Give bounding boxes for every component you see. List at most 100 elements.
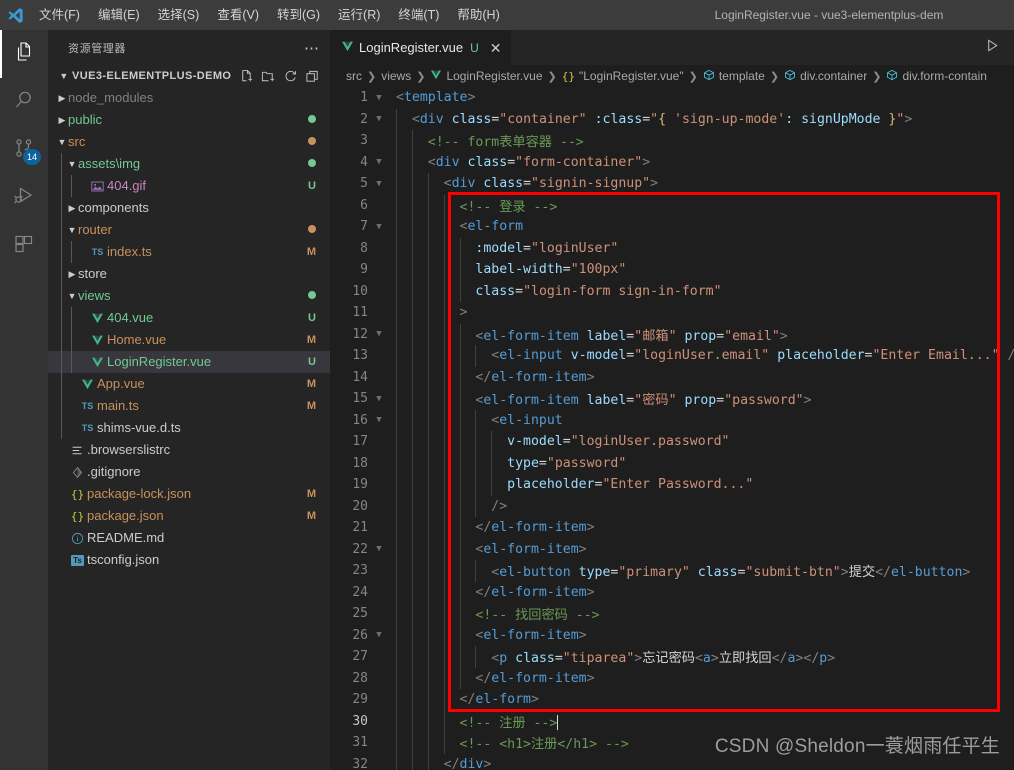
- menu-terminal[interactable]: 终端(T): [389, 3, 448, 27]
- chevron-down-icon[interactable]: ▼: [370, 415, 388, 425]
- code-line[interactable]: 12 ▼ <el-form-item label="邮箱" prop="email…: [330, 324, 1014, 346]
- new-folder-icon[interactable]: [261, 69, 276, 84]
- chevron-right-icon[interactable]: ▶: [56, 93, 68, 104]
- tree-item-app-vue[interactable]: App.vue M: [48, 373, 330, 395]
- tree-item-src[interactable]: ▼ src: [48, 131, 330, 153]
- code-line[interactable]: 23 <el-button type="primary" class="subm…: [330, 560, 1014, 582]
- menu-bar[interactable]: 文件(F) 编辑(E) 选择(S) 查看(V) 转到(G) 运行(R) 终端(T…: [30, 3, 509, 27]
- code-line[interactable]: 29 </el-form>: [330, 689, 1014, 711]
- chevron-down-icon[interactable]: ▼: [370, 222, 388, 232]
- chevron-right-icon[interactable]: ▶: [56, 115, 68, 126]
- ellipsis-icon[interactable]: ⋯: [304, 39, 320, 57]
- menu-run[interactable]: 运行(R): [329, 3, 389, 27]
- tree-item-package-json[interactable]: {} package.json M: [48, 505, 330, 527]
- menu-file[interactable]: 文件(F): [30, 3, 89, 27]
- breadcrumb-item[interactable]: div.form-contain: [886, 69, 987, 84]
- menu-view[interactable]: 查看(V): [208, 3, 268, 27]
- activity-run-debug[interactable]: [0, 174, 48, 222]
- code-line[interactable]: 11 >: [330, 302, 1014, 324]
- code-line[interactable]: 25 <!-- 找回密码 -->: [330, 603, 1014, 625]
- chevron-right-icon[interactable]: ▶: [66, 203, 78, 214]
- breadcrumb-item[interactable]: src: [346, 69, 362, 83]
- code-editor[interactable]: 1 ▼ <template> 2 ▼ <div class="container" :c…: [330, 87, 1014, 770]
- tree-item-store[interactable]: ▶ store: [48, 263, 330, 285]
- code-line[interactable]: 1 ▼ <template>: [330, 87, 1014, 109]
- chevron-right-icon[interactable]: ▶: [66, 269, 78, 280]
- explorer-root-folder[interactable]: ▼ VUE3-ELEMENTPLUS-DEMO: [48, 65, 330, 87]
- code-line[interactable]: 4 ▼ <div class="form-container">: [330, 152, 1014, 174]
- tree-item-assets-img[interactable]: ▼ assets\img: [48, 153, 330, 175]
- code-line[interactable]: 13 <el-input v-model="loginUser.email" p…: [330, 345, 1014, 367]
- code-line[interactable]: 5 ▼ <div class="signin-signup">: [330, 173, 1014, 195]
- chevron-down-icon[interactable]: ▼: [370, 93, 388, 103]
- collapse-all-icon[interactable]: [305, 69, 320, 84]
- code-line[interactable]: 9 label-width="100px": [330, 259, 1014, 281]
- chevron-down-icon[interactable]: ▼: [370, 179, 388, 189]
- menu-selection[interactable]: 选择(S): [149, 3, 209, 27]
- code-line[interactable]: 16 ▼ <el-input: [330, 410, 1014, 432]
- tree-item-package-lock-json[interactable]: {} package-lock.json M: [48, 483, 330, 505]
- code-line[interactable]: 7 ▼ <el-form: [330, 216, 1014, 238]
- tree-item-views[interactable]: ▼ views: [48, 285, 330, 307]
- chevron-down-icon[interactable]: ▼: [370, 544, 388, 554]
- activity-source-control[interactable]: 14: [0, 126, 48, 174]
- code-line[interactable]: 8 :model="loginUser": [330, 238, 1014, 260]
- breadcrumb-item[interactable]: views: [381, 69, 411, 83]
- refresh-icon[interactable]: [283, 69, 298, 84]
- code-line[interactable]: 30 <!-- 注册 -->: [330, 711, 1014, 733]
- breadcrumb-item[interactable]: LoginRegister.vue: [430, 69, 543, 84]
- chevron-down-icon[interactable]: ▼: [56, 137, 68, 147]
- tab-loginregister-vue[interactable]: LoginRegister.vue U ✕: [330, 30, 513, 65]
- tree-item-public[interactable]: ▶ public: [48, 109, 330, 131]
- code-line[interactable]: 28 </el-form-item>: [330, 668, 1014, 690]
- code-line[interactable]: 2 ▼ <div class="container" :class="{ 'sig…: [330, 109, 1014, 131]
- code-line[interactable]: 14 </el-form-item>: [330, 367, 1014, 389]
- tree-item-readme-md[interactable]: README.md: [48, 527, 330, 549]
- breadcrumb-item[interactable]: template: [703, 69, 765, 84]
- code-line[interactable]: 17 v-model="loginUser.password": [330, 431, 1014, 453]
- breadcrumb-item[interactable]: div.container: [784, 69, 867, 84]
- tree-item-components[interactable]: ▶ components: [48, 197, 330, 219]
- chevron-down-icon[interactable]: ▼: [370, 157, 388, 167]
- tree-item-loginregister-vue[interactable]: LoginRegister.vue U: [48, 351, 330, 373]
- tree-item-node_modules[interactable]: ▶ node_modules: [48, 87, 330, 109]
- breadcrumb[interactable]: src ❯ views ❯ LoginRegister.vue ❯ {} "LoginRegi…: [330, 65, 1014, 87]
- tree-item--browserslistrc[interactable]: .browserslistrc: [48, 439, 330, 461]
- chevron-down-icon[interactable]: ▼: [370, 329, 388, 339]
- code-line[interactable]: 31 <!-- <h1>注册</h1> -->: [330, 732, 1014, 754]
- chevron-down-icon[interactable]: ▼: [66, 291, 78, 301]
- new-file-icon[interactable]: [239, 69, 254, 84]
- tree-item-tsconfig-json[interactable]: Ts tsconfig.json: [48, 549, 330, 571]
- tree-item-404-vue[interactable]: 404.vue U: [48, 307, 330, 329]
- code-line[interactable]: 10 class="login-form sign-in-form": [330, 281, 1014, 303]
- code-line[interactable]: 15 ▼ <el-form-item label="密码" prop="passw…: [330, 388, 1014, 410]
- activity-search[interactable]: [0, 78, 48, 126]
- code-line[interactable]: 21 </el-form-item>: [330, 517, 1014, 539]
- close-icon[interactable]: ✕: [490, 41, 502, 55]
- tree-item-main-ts[interactable]: TS main.ts M: [48, 395, 330, 417]
- code-line[interactable]: 3 <!-- form表单容器 -->: [330, 130, 1014, 152]
- activity-extensions[interactable]: [0, 222, 48, 270]
- chevron-down-icon[interactable]: ▼: [370, 114, 388, 124]
- breadcrumb-item[interactable]: {} "LoginRegister.vue": [562, 69, 684, 83]
- activity-explorer[interactable]: [0, 30, 48, 78]
- tree-item--gitignore[interactable]: .gitignore: [48, 461, 330, 483]
- code-line[interactable]: 19 placeholder="Enter Password...": [330, 474, 1014, 496]
- code-line[interactable]: 6 <!-- 登录 -->: [330, 195, 1014, 217]
- code-lines[interactable]: 1 ▼ <template> 2 ▼ <div class="container" :c…: [330, 87, 1014, 770]
- chevron-down-icon[interactable]: ▼: [66, 225, 78, 235]
- tree-item-index-ts[interactable]: TS index.ts M: [48, 241, 330, 263]
- tree-item-shims-vue-d-ts[interactable]: TS shims-vue.d.ts: [48, 417, 330, 439]
- chevron-down-icon[interactable]: ▼: [66, 159, 78, 169]
- code-line[interactable]: 22 ▼ <el-form-item>: [330, 539, 1014, 561]
- file-tree[interactable]: ▶ node_modules ▶ public ▼ src ▼ assets\img 404.g…: [48, 87, 330, 571]
- code-line[interactable]: 18 type="password": [330, 453, 1014, 475]
- menu-help[interactable]: 帮助(H): [448, 3, 508, 27]
- code-line[interactable]: 20 />: [330, 496, 1014, 518]
- tree-item-home-vue[interactable]: Home.vue M: [48, 329, 330, 351]
- tree-item-router[interactable]: ▼ router: [48, 219, 330, 241]
- code-line[interactable]: 26 ▼ <el-form-item>: [330, 625, 1014, 647]
- run-play-icon[interactable]: [985, 38, 1000, 58]
- menu-edit[interactable]: 编辑(E): [89, 3, 149, 27]
- code-line[interactable]: 32 </div>: [330, 754, 1014, 770]
